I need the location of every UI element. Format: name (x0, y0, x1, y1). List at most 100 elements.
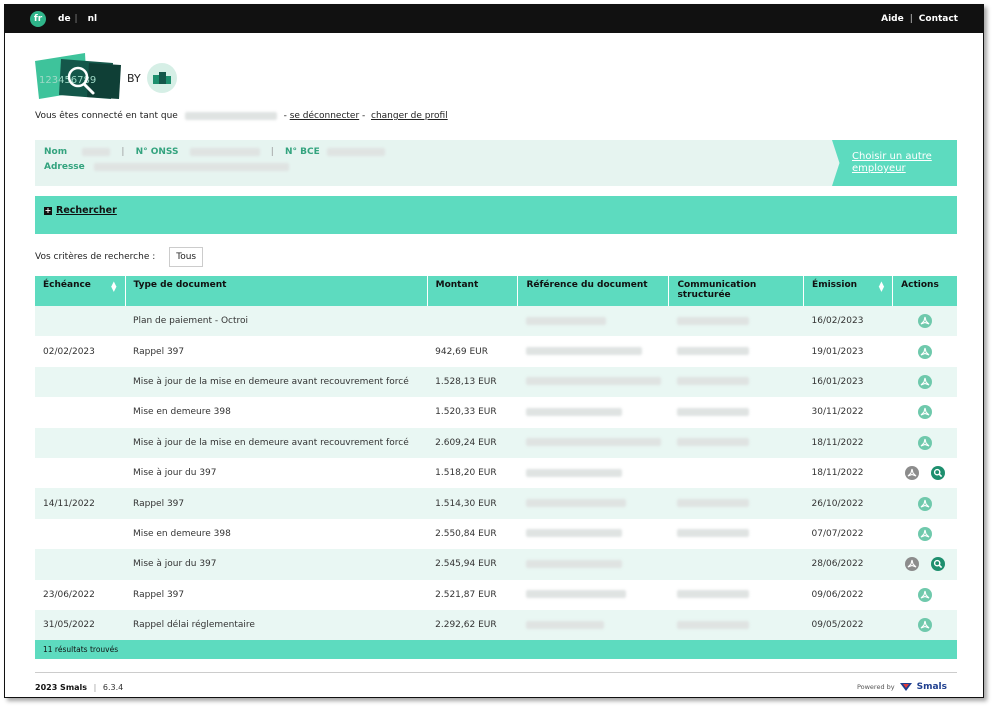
cell-actions (893, 610, 957, 640)
cell-montant: 1.518,20 EUR (435, 468, 497, 479)
redacted-reference (525, 620, 604, 629)
cell-type: Mise à jour du 397 (133, 468, 217, 479)
pdf-icon[interactable] (917, 344, 932, 359)
redacted-reference (525, 438, 661, 447)
cell-actions (893, 367, 957, 397)
cell-communication (669, 367, 804, 397)
employer-line-ids: Nom | N° ONSS | N° BCE (44, 147, 385, 157)
table-row: Mise à jour du 397 2.545,94 EUR 28/06/2022 (35, 549, 957, 580)
table-row: 31/05/2022 Rappel délai réglementaire 2.29… (35, 609, 957, 641)
change-profile-link[interactable]: changer de profil (371, 111, 448, 121)
employer-line-address: Adresse (44, 162, 289, 172)
pdf-icon[interactable] (917, 435, 932, 450)
cell-actions (893, 458, 957, 488)
employer-panel: Nom | N° ONSS | N° BCE Adresse Choisir u… (35, 140, 957, 186)
pdf-icon[interactable] (917, 405, 932, 420)
pdf-icon[interactable] (917, 314, 932, 329)
results-count: 11 résultats trouvés (35, 640, 957, 660)
redacted-reference (525, 407, 622, 416)
cell-communication (669, 610, 804, 640)
cell-reference (518, 519, 669, 549)
table-row: 02/02/2023 Rappel 397 942,69 EUR 19/01/2023 (35, 336, 957, 367)
cell-echeance: 23/06/2022 (43, 589, 95, 600)
cell-montant: 2.521,87 EUR (435, 589, 497, 600)
pdf-icon[interactable] (904, 466, 919, 481)
partner-logo (146, 63, 177, 93)
sort-icon[interactable]: ▲ ▼ (111, 281, 116, 293)
table-row: Mise en demeure 398 1.520,33 EUR 30/11/202… (35, 397, 957, 428)
session-prefix: Vous êtes connecté en tant que (35, 111, 178, 121)
partner-logo-icon (152, 72, 171, 84)
top-link-separator: | (909, 14, 913, 24)
cell-communication (669, 458, 804, 488)
employer-nom-label: Nom (44, 147, 68, 157)
zoom-icon[interactable] (930, 557, 945, 572)
redacted-bce (326, 147, 385, 156)
redacted-onss (189, 147, 260, 156)
redacted-reference (525, 590, 626, 599)
redacted-communication (676, 438, 749, 447)
zoom-icon[interactable] (930, 466, 945, 481)
table-row: Mise à jour du 397 1.518,20 EUR 18/11/2022 (35, 457, 957, 489)
pdf-icon[interactable] (917, 618, 932, 633)
pdf-icon[interactable] (917, 374, 932, 389)
cell-reference (518, 549, 669, 579)
cell-actions (893, 580, 957, 610)
col-header-echeance[interactable]: Échéance ▲ ▼ (35, 276, 126, 306)
cell-communication (669, 336, 804, 366)
pdf-icon[interactable] (917, 496, 932, 511)
cell-reference (518, 397, 669, 427)
cell-reference (518, 306, 669, 336)
search-toggle[interactable]: + Rechercher (44, 205, 948, 216)
col-header-emission[interactable]: Émission ▲ ▼ (803, 276, 894, 306)
pdf-icon[interactable] (904, 557, 919, 572)
table-row: Mise à jour de la mise en demeure avant … (35, 427, 957, 458)
cell-type: Mise à jour de la mise en demeure avant … (133, 376, 409, 387)
lang-de-link[interactable]: de (58, 14, 71, 24)
redacted-reference (525, 499, 626, 508)
cell-montant: 1.528,13 EUR (435, 376, 497, 387)
choose-employer-tab[interactable]: Choisir un autre employeur (832, 140, 957, 186)
app-logo: 123456789 (35, 53, 121, 103)
cell-type: Rappel 397 (133, 498, 185, 509)
cell-echeance (35, 519, 125, 549)
lang-active-fr[interactable]: fr (30, 11, 46, 27)
sort-icon[interactable]: ▲ ▼ (879, 281, 884, 293)
cell-reference (518, 336, 669, 366)
pdf-icon[interactable] (917, 526, 932, 541)
powered-by-label: Powered by (856, 683, 895, 691)
top-links: Aide | Contact (881, 14, 958, 24)
redacted-communication (676, 347, 749, 356)
help-link[interactable]: Aide (881, 14, 904, 24)
logout-link[interactable]: se déconnecter (290, 111, 359, 121)
powered-by: Powered by Smals (857, 682, 947, 692)
cell-actions (893, 306, 957, 336)
cell-emission: 09/05/2022 (811, 620, 864, 631)
col-header-montant: Montant (427, 276, 519, 306)
redacted-user (184, 111, 277, 120)
cell-communication (669, 549, 804, 579)
cell-emission: 30/11/2022 (811, 407, 864, 418)
table-body: Plan de paiement - Octroi 16/02/2023 02/02… (35, 306, 957, 641)
footer-copyright: 2023 Smals (35, 682, 88, 692)
footer-info: 2023 Smals | 6.3.4 (35, 682, 124, 692)
lang-separator: | (74, 14, 78, 24)
cell-communication (669, 397, 804, 427)
table-footer-row: 11 résultats trouvés (35, 640, 957, 660)
redacted-adresse (93, 162, 289, 171)
choose-employer-link[interactable]: Choisir un autre employeur (852, 151, 957, 175)
cell-communication (669, 519, 804, 549)
cell-montant: 942,69 EUR (435, 346, 489, 357)
cell-echeance (35, 397, 125, 427)
search-panel: + Rechercher (35, 196, 957, 234)
cell-echeance (35, 549, 125, 579)
pdf-icon[interactable] (917, 587, 932, 602)
col-header-reference: Référence du document (517, 276, 670, 306)
cell-reference (518, 458, 669, 488)
cell-actions (893, 336, 957, 366)
cell-communication (669, 580, 804, 610)
lang-nl-link[interactable]: nl (88, 14, 98, 24)
contact-link[interactable]: Contact (919, 14, 958, 24)
cell-type: Mise à jour de la mise en demeure avant … (133, 437, 409, 448)
cell-emission: 16/02/2023 (811, 316, 864, 327)
